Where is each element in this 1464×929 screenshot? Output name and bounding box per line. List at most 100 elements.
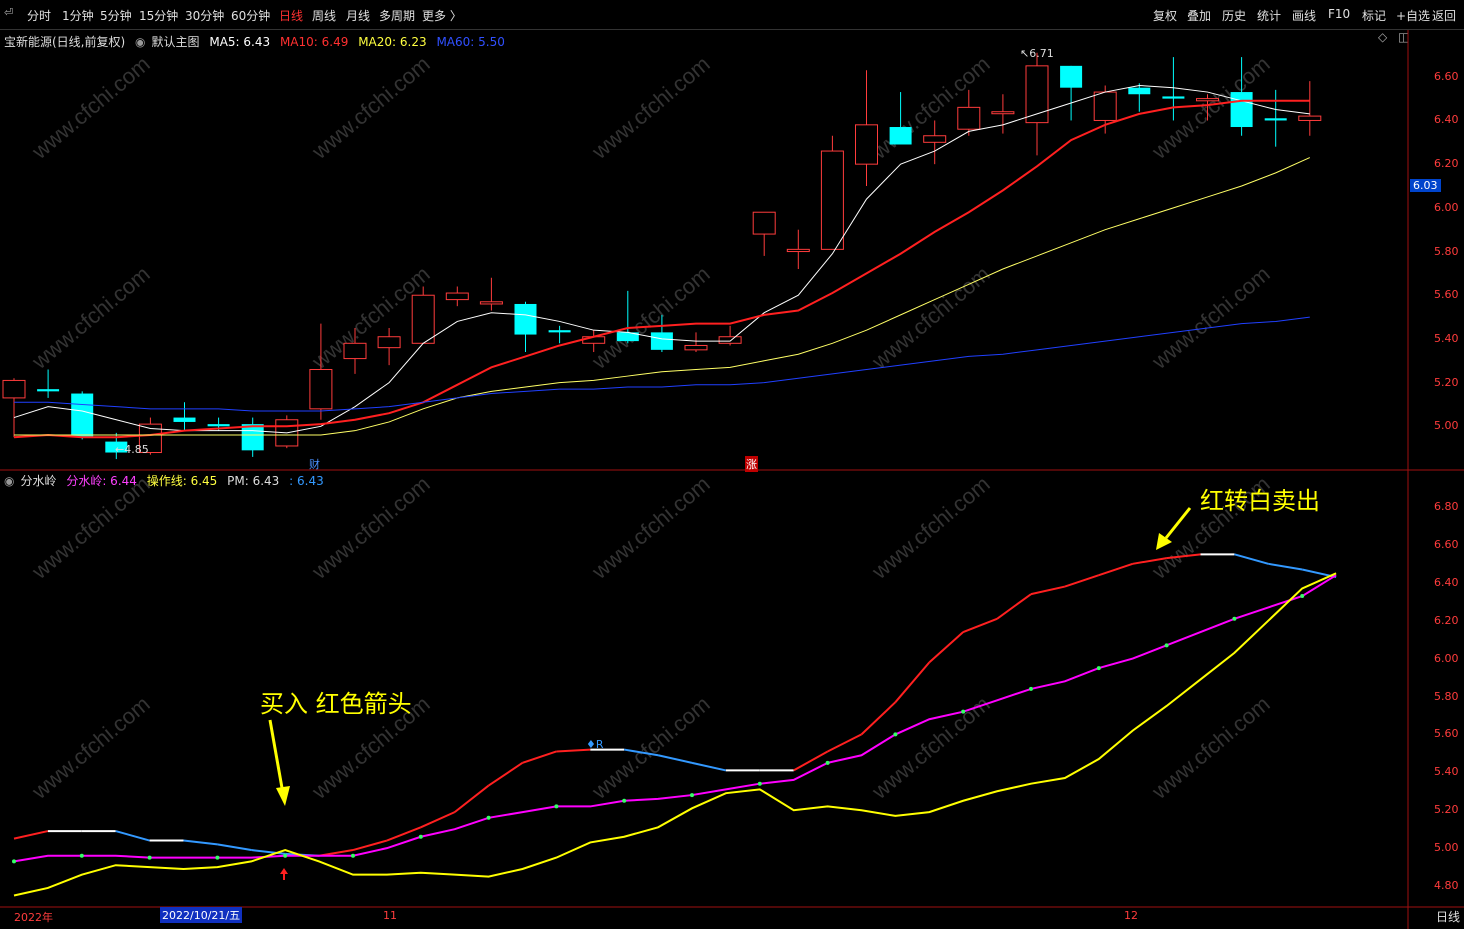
main-axis-tick: 5.40: [1434, 331, 1459, 345]
candle-body-down: [1162, 96, 1185, 99]
candle-body-down: [207, 424, 230, 427]
candle-body-down: [1230, 92, 1253, 128]
pm-line-segment: [996, 593, 1032, 620]
sub-axis-tick: 6.80: [1434, 499, 1459, 513]
pm-line-segment: [522, 750, 557, 764]
candle-body-up: [411, 294, 435, 344]
main-axis-tick: 5.80: [1434, 244, 1459, 258]
main-axis-tick: 6.40: [1434, 113, 1459, 127]
watershed-dot: [690, 793, 694, 798]
watermark: www.cfchi.com: [306, 471, 434, 584]
watershed-dot: [12, 859, 16, 864]
sub-axis-tick: 6.60: [1434, 537, 1459, 551]
main-axis-tick: 6.60: [1434, 69, 1459, 83]
watershed-dot: [418, 834, 423, 839]
watershed-dot: [1164, 643, 1169, 648]
pm-line-segment: [962, 617, 998, 633]
pm-line-segment: [420, 811, 456, 829]
watershed-dot: [1096, 666, 1101, 671]
rise-tag[interactable]: 涨: [745, 456, 758, 472]
candle-body-up: [820, 150, 844, 250]
main-axis-tick: 6.00: [1434, 200, 1459, 214]
pm-line-segment: [894, 661, 931, 703]
sub-axis-tick: 5.00: [1434, 841, 1459, 855]
cursor-date-label: 2022/10/21/五: [160, 907, 243, 923]
chart-canvas[interactable]: www.cfchi.com www.cfchi.com www.cfchi.com w…: [0, 0, 1464, 929]
candle-body-down: [37, 389, 60, 392]
candle-body-down: [1128, 87, 1151, 95]
watermark: www.cfchi.com: [1146, 691, 1274, 804]
pm-line-segment: [115, 830, 150, 842]
pm-line-segment: [793, 750, 829, 772]
pm-line-segment: [1098, 562, 1134, 577]
sub-axis-tick: 6.00: [1434, 651, 1459, 665]
watershed-dot: [486, 815, 491, 820]
r-marker: ♦R: [586, 738, 604, 751]
watermark: www.cfchi.com: [866, 261, 994, 374]
watermark: www.cfchi.com: [586, 261, 714, 374]
watermark: www.cfchi.com: [306, 51, 434, 164]
high-price-label: ↖6.71: [1020, 47, 1054, 60]
candle-body-up: [377, 336, 401, 349]
watermark: www.cfchi.com: [1146, 51, 1274, 164]
watermark: www.cfchi.com: [26, 691, 154, 804]
date-month-11: 11: [383, 909, 397, 922]
main-axis-tick: 5.20: [1434, 375, 1459, 389]
pm-line-segment: [827, 733, 862, 753]
pm-line-segment: [928, 631, 964, 664]
sell-annotation: 红转白卖出: [1200, 487, 1320, 515]
sub-axis-tick: 5.60: [1434, 727, 1459, 741]
watershed-dot: [1300, 594, 1305, 599]
candle-body-down: [173, 417, 196, 422]
candle-body-up: [1298, 115, 1322, 121]
ma-line-ma5: [13, 85, 1310, 434]
pm-line-segment: [691, 761, 727, 772]
candle-body-down: [1060, 65, 1083, 88]
r-marker-label: R: [595, 738, 604, 751]
candle-body-up: [2, 379, 26, 399]
candle-body-down: [1264, 118, 1287, 121]
watershed-dot: [893, 732, 898, 737]
candle-body-up: [718, 336, 742, 344]
candle-body-up: [684, 344, 708, 351]
candle-body-up: [479, 301, 503, 305]
pm-line-segment: [183, 839, 218, 846]
watermark: www.cfchi.com: [586, 51, 714, 164]
candle-body-down: [650, 332, 673, 350]
candle-body-down: [71, 393, 94, 438]
candle-body-up: [957, 106, 981, 130]
watershed-dot: [961, 709, 966, 714]
date-year-label: 2022年: [14, 911, 53, 924]
watermark: www.cfchi.com: [1146, 261, 1274, 374]
buy-signal-arrow-icon: [280, 868, 288, 880]
sub-axis-tick: 6.20: [1434, 613, 1459, 627]
period-tab[interactable]: 日线: [1436, 908, 1460, 925]
high-price-value: 6.71: [1029, 47, 1054, 60]
sub-axis-tick: 5.80: [1434, 689, 1459, 703]
sub-axis-tick: 6.40: [1434, 575, 1459, 589]
candle-body-up: [786, 248, 810, 253]
watershed-dot: [79, 853, 84, 858]
watermark: www.cfchi.com: [26, 51, 154, 164]
candle-body-up: [343, 342, 367, 360]
pm-line-segment: [657, 754, 693, 764]
watershed-dot: [283, 853, 288, 858]
pm-line-segment: [454, 784, 490, 813]
finance-tag[interactable]: 财: [309, 456, 320, 472]
pm-line-segment: [488, 762, 524, 787]
candle-body-down: [548, 330, 571, 333]
candle-body-up: [1196, 98, 1219, 102]
sub-axis-tick: 5.20: [1434, 803, 1459, 817]
buy-pointer-arrowhead-icon: [276, 786, 290, 806]
watershed-dot: [757, 781, 762, 786]
sub-axis-tick: 5.40: [1434, 765, 1459, 779]
watermark: www.cfchi.com: [586, 471, 714, 584]
candle-body-up: [855, 124, 878, 165]
main-axis-tick: 5.60: [1434, 288, 1459, 302]
watershed-dot: [215, 855, 220, 860]
candle-body-up: [752, 211, 776, 235]
candle-body-up: [309, 369, 333, 410]
candle-body-up: [1093, 91, 1117, 121]
watershed-dot: [622, 798, 627, 803]
pm-line-segment: [1234, 553, 1269, 565]
